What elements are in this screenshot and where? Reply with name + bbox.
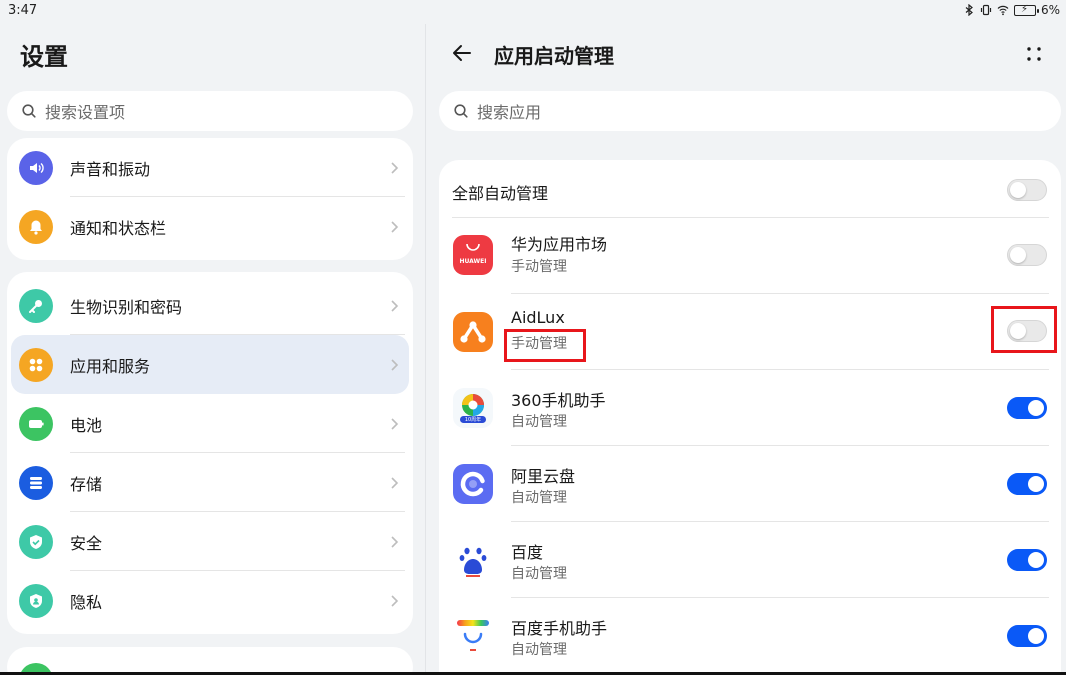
app-status: 自动管理 bbox=[511, 490, 567, 506]
chevron-right-icon bbox=[391, 417, 399, 430]
apps-grid-icon bbox=[19, 347, 53, 382]
sidebar-item-biometrics[interactable]: 生物识别和密码 bbox=[7, 276, 413, 335]
sidebar-item-label: 电池 bbox=[70, 415, 103, 435]
baidu-paw-icon bbox=[453, 540, 493, 580]
app-name: 百度手机助手 bbox=[511, 619, 608, 638]
settings-group-notifications: 声音和振动 通知和状态栏 bbox=[7, 138, 413, 260]
app-status: 自动管理 bbox=[511, 414, 567, 430]
sidebar-item-security[interactable]: 安全 bbox=[7, 512, 413, 571]
app-row-baidu-assistant: 百度手机助手 自动管理 bbox=[439, 598, 1061, 674]
battery-icon bbox=[19, 406, 53, 441]
360-anniversary-text: 10周年 bbox=[464, 417, 482, 423]
app-name: AidLux bbox=[511, 308, 565, 327]
all-auto-manage-toggle[interactable] bbox=[1007, 179, 1047, 201]
battery-icon: ⚡ bbox=[1013, 4, 1039, 16]
speaker-icon bbox=[19, 150, 53, 185]
chevron-right-icon bbox=[391, 299, 399, 312]
wifi-icon bbox=[997, 5, 1009, 16]
360-assistant-icon: 10周年 bbox=[453, 388, 493, 428]
sidebar-item-sound[interactable]: 声音和振动 bbox=[7, 138, 413, 197]
sidebar-item-storage[interactable]: 存储 bbox=[7, 453, 413, 512]
app-launch-toggle[interactable] bbox=[1007, 549, 1047, 571]
search-icon bbox=[454, 104, 468, 118]
app-launch-toggle[interactable] bbox=[1007, 397, 1047, 419]
all-auto-manage-label: 全部自动管理 bbox=[452, 184, 549, 203]
chevron-right-icon bbox=[391, 476, 399, 489]
app-row-baidu: 百度 自动管理 bbox=[439, 522, 1061, 598]
chevron-right-icon bbox=[391, 535, 399, 548]
settings-group-system: 生物识别和密码 应用和服务 电池 存储 安全 隐私 bbox=[7, 272, 413, 634]
app-status: 手动管理 bbox=[511, 259, 567, 275]
search-icon bbox=[22, 104, 36, 118]
sidebar-item-label: 存储 bbox=[70, 474, 103, 494]
app-name: 360手机助手 bbox=[511, 391, 606, 410]
aidlux-icon bbox=[453, 312, 493, 352]
sidebar-item-label: 隐私 bbox=[70, 592, 103, 612]
more-options-icon[interactable] bbox=[1024, 44, 1044, 64]
app-row-huawei-appgallery: HUAWEI 华为应用市场 手动管理 bbox=[439, 218, 1061, 294]
app-row-360-assistant: 10周年 360手机助手 自动管理 bbox=[439, 370, 1061, 446]
sidebar-item-label: 安全 bbox=[70, 533, 103, 553]
app-name: 阿里云盘 bbox=[511, 467, 576, 486]
search-placeholder: 搜索设置项 bbox=[45, 103, 126, 122]
key-icon bbox=[19, 288, 53, 323]
chevron-right-icon bbox=[391, 358, 399, 371]
app-launch-toggle[interactable] bbox=[1007, 244, 1047, 266]
sidebar-item-label: 应用和服务 bbox=[70, 356, 151, 376]
baidu-assistant-icon bbox=[453, 616, 493, 656]
page-title: 应用启动管理 bbox=[494, 44, 614, 68]
battery-level: 6% bbox=[1040, 3, 1060, 17]
page-title: 设置 bbox=[20, 43, 68, 71]
sidebar-item-apps-services[interactable]: 应用和服务 bbox=[11, 335, 409, 394]
status-time: 3:47 bbox=[8, 3, 38, 18]
app-launch-toggle[interactable] bbox=[1007, 625, 1047, 647]
sidebar-item-label: 声音和振动 bbox=[70, 159, 151, 179]
privacy-shield-icon bbox=[19, 583, 53, 618]
app-status: 自动管理 bbox=[511, 566, 567, 582]
aliyun-drive-icon bbox=[453, 464, 493, 504]
chevron-right-icon bbox=[391, 220, 399, 233]
app-name: 华为应用市场 bbox=[511, 235, 608, 254]
sidebar-item-battery[interactable]: 电池 bbox=[7, 394, 413, 453]
bell-icon bbox=[19, 209, 53, 244]
chevron-right-icon bbox=[391, 161, 399, 174]
huawei-logo-text: HUAWEI bbox=[459, 258, 487, 265]
app-launch-toggle[interactable] bbox=[1007, 473, 1047, 495]
app-status: 自动管理 bbox=[511, 642, 567, 658]
app-launch-list: 全部自动管理 HUAWEI 华为应用市场 手动管理 AidLux 手动管理 10… bbox=[439, 160, 1061, 675]
settings-group-more bbox=[7, 647, 413, 675]
sidebar-item-privacy[interactable]: 隐私 bbox=[7, 571, 413, 630]
status-bar: 3:47 ⚡ 6% bbox=[0, 0, 1066, 24]
highlight-aidlux-toggle bbox=[991, 306, 1057, 353]
huawei-appgallery-icon: HUAWEI bbox=[453, 235, 493, 275]
search-placeholder: 搜索应用 bbox=[477, 103, 542, 122]
status-icons: ⚡ 6% bbox=[963, 3, 1060, 17]
sidebar-item-label: 生物识别和密码 bbox=[70, 297, 183, 317]
chevron-right-icon bbox=[391, 594, 399, 607]
storage-icon bbox=[19, 465, 53, 500]
settings-pane: 设置 搜索设置项 声音和振动 通知和状态栏 生物识别和密码 应用和服务 电池 存… bbox=[0, 24, 425, 675]
back-arrow-icon[interactable] bbox=[450, 41, 474, 65]
app-row-aliyun-drive: 阿里云盘 自动管理 bbox=[439, 446, 1061, 522]
shield-check-icon bbox=[19, 524, 53, 559]
sidebar-item-notifications[interactable]: 通知和状态栏 bbox=[7, 197, 413, 256]
all-auto-manage-row: 全部自动管理 bbox=[439, 160, 1061, 218]
sidebar-item-label: 通知和状态栏 bbox=[70, 218, 167, 238]
settings-search-input[interactable]: 搜索设置项 bbox=[7, 91, 413, 131]
app-name: 百度 bbox=[511, 543, 544, 562]
app-search-input[interactable]: 搜索应用 bbox=[439, 91, 1061, 131]
highlight-aidlux-status bbox=[504, 329, 586, 362]
bluetooth-icon bbox=[965, 4, 973, 16]
vibrate-icon bbox=[980, 4, 992, 16]
